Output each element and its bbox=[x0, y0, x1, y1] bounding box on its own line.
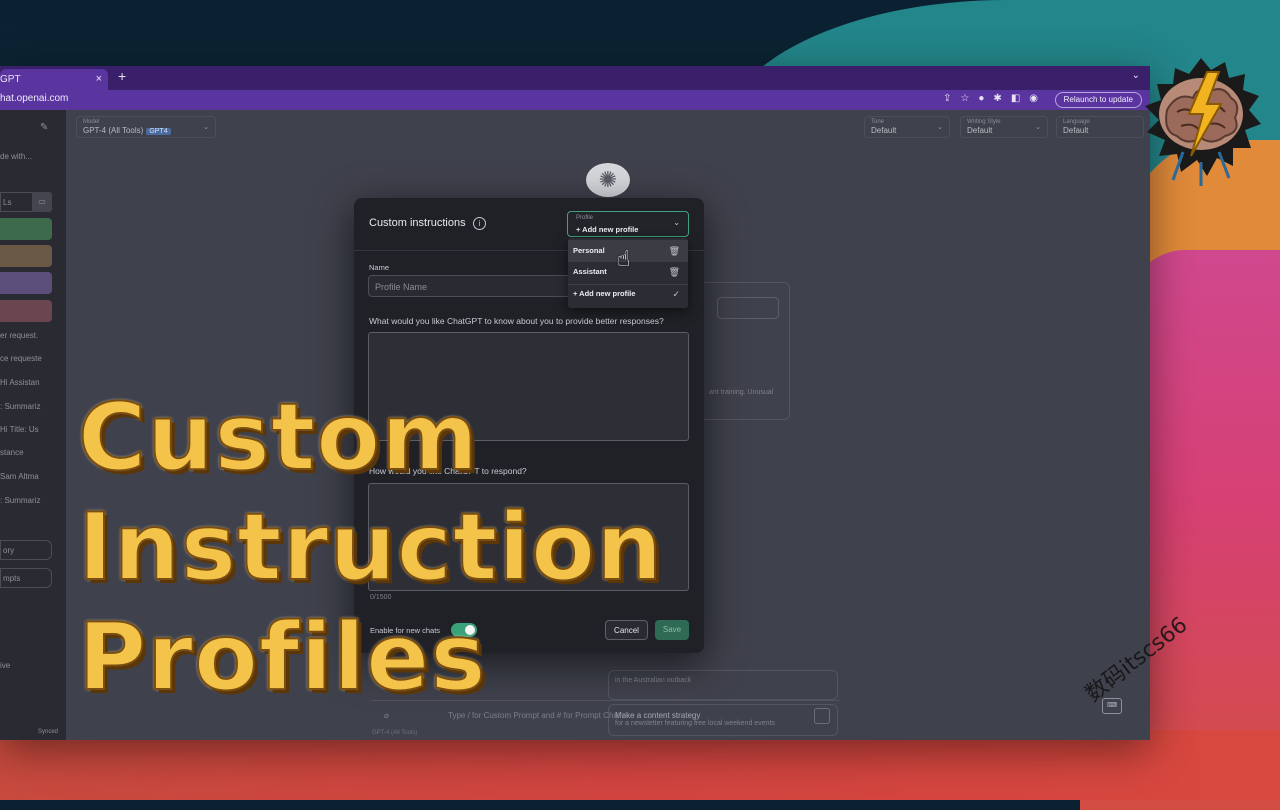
sidebar: ✎ de with... Ls ▭ er request. ce request… bbox=[0, 110, 66, 740]
brain-lightning-logo-icon bbox=[1145, 58, 1261, 186]
background-card: ant training. Unusual bbox=[700, 282, 790, 420]
wallpaper-bottom bbox=[0, 730, 1280, 800]
send-icon[interactable] bbox=[814, 708, 830, 724]
tab-bar: GPT × + ⌄ bbox=[0, 66, 1150, 90]
trash-icon[interactable]: 🗑 bbox=[669, 240, 680, 262]
share-icon[interactable]: ⇪ bbox=[943, 93, 951, 104]
sidebar-item[interactable]: : Summariz bbox=[0, 402, 40, 411]
sidebar-history-button[interactable]: ory bbox=[0, 540, 52, 560]
background-select bbox=[717, 297, 779, 319]
toolbar-icons: ⇪ ☆ ● ✱ ◧ ◉ bbox=[943, 93, 1038, 104]
chevron-down-icon: ⌄ bbox=[1035, 124, 1041, 131]
star-icon[interactable]: ☆ bbox=[960, 93, 969, 104]
hand-cursor-icon: ☝ bbox=[617, 246, 631, 271]
dropdown-item-label: Personal bbox=[573, 246, 605, 255]
sidebar-item[interactable]: : Summariz bbox=[0, 496, 40, 505]
dropdown-item-add-profile[interactable]: + Add new profile ✓ bbox=[568, 283, 688, 305]
sidebar-item[interactable]: er request. bbox=[0, 331, 38, 340]
model-value: GPT-4 (All Tools) GPT4 bbox=[83, 126, 209, 135]
info-icon[interactable]: i bbox=[473, 217, 486, 230]
overlay-title-line: Profiles bbox=[77, 602, 487, 712]
chevron-down-icon: ⌄ bbox=[203, 124, 209, 131]
chevron-down-icon: ⌄ bbox=[937, 124, 943, 131]
writing-style-value: Default bbox=[967, 126, 993, 135]
sync-status: Synced bbox=[38, 729, 59, 735]
overlay-title-line: Custom bbox=[77, 382, 480, 492]
tone-value: Default bbox=[871, 126, 897, 135]
language-label: Language bbox=[1063, 119, 1090, 125]
question-1-label: What would you like ChatGPT to know abou… bbox=[369, 316, 664, 326]
dropdown-item-label: + Add new profile bbox=[573, 289, 636, 298]
language-value: Default bbox=[1063, 126, 1089, 135]
sidebar-prompts-button[interactable]: mpts bbox=[0, 568, 52, 588]
openai-logo-icon: ✺ bbox=[586, 163, 630, 197]
tab-chatgpt[interactable]: GPT × bbox=[0, 69, 108, 90]
sidebar-item[interactable]: Hi Assistan bbox=[0, 378, 40, 387]
sidebar-item[interactable]: Sam Altma bbox=[0, 472, 39, 481]
profile-select[interactable]: Profile + Add new profile ⌄ bbox=[567, 211, 689, 237]
check-icon: ✓ bbox=[672, 289, 680, 299]
model-selector[interactable]: Model GPT-4 (All Tools) GPT4 ⌄ bbox=[76, 116, 216, 138]
tone-label: Tone bbox=[871, 119, 885, 125]
extension-icon[interactable]: ● bbox=[978, 93, 984, 104]
url-field[interactable]: hat.openai.com bbox=[0, 93, 68, 104]
sidebar-item[interactable]: ce requeste bbox=[0, 354, 42, 363]
model-label: Model bbox=[83, 119, 100, 125]
chat-input-placeholder: Type / for Custom Prompt and # for Promp… bbox=[448, 711, 629, 720]
attach-icon[interactable]: ⌀ bbox=[384, 711, 389, 720]
overlay-title: Custom Instruction Profiles bbox=[77, 382, 664, 712]
sidebar-item[interactable]: stance bbox=[0, 448, 24, 457]
sidebar-item[interactable]: de with... bbox=[0, 152, 32, 161]
profile-avatar-icon[interactable]: ◉ bbox=[1029, 93, 1038, 104]
puzzle-icon[interactable]: ✱ bbox=[993, 93, 1001, 104]
sidepanel-icon[interactable]: ◧ bbox=[1011, 93, 1020, 104]
background-card-text: ant training. Unusual bbox=[709, 389, 774, 396]
overlay-title-line: Instruction bbox=[77, 492, 664, 602]
folder-green[interactable] bbox=[0, 218, 52, 240]
writing-style-label: Writing Style bbox=[967, 119, 1001, 125]
folder-icon[interactable]: ▭ bbox=[32, 192, 52, 212]
folder-orange[interactable] bbox=[0, 245, 52, 267]
footer-model: GPT-4 (All Tools) bbox=[372, 730, 418, 736]
gpt4-badge: GPT4 bbox=[146, 128, 171, 135]
address-bar: hat.openai.com ⇪ ☆ ● ✱ ◧ ◉ Relaunch to u… bbox=[0, 90, 1150, 110]
new-chat-icon[interactable]: ✎ bbox=[40, 122, 48, 133]
sidebar-item[interactable]: Hi Title: Us bbox=[0, 425, 39, 434]
chevron-down-icon: ⌄ bbox=[673, 218, 680, 227]
dropdown-item-label: Assistant bbox=[573, 267, 607, 276]
new-tab-icon[interactable]: + bbox=[118, 68, 126, 84]
tab-title: GPT bbox=[0, 74, 21, 85]
relaunch-button[interactable]: Relaunch to update bbox=[1054, 92, 1142, 108]
sidebar-item[interactable]: ive bbox=[0, 661, 10, 670]
profile-value: + Add new profile bbox=[576, 225, 639, 234]
folder-red[interactable] bbox=[0, 300, 52, 322]
tone-selector[interactable]: Tone Default ⌄ bbox=[864, 116, 950, 138]
writing-style-selector[interactable]: Writing Style Default ⌄ bbox=[960, 116, 1048, 138]
modal-title: Custom instructions bbox=[369, 217, 466, 229]
trash-icon[interactable]: 🗑 bbox=[669, 261, 680, 283]
language-selector[interactable]: Language Default bbox=[1056, 116, 1144, 138]
name-label: Name bbox=[369, 263, 390, 272]
tab-close-icon[interactable]: × bbox=[96, 69, 102, 90]
profile-label: Profile bbox=[576, 215, 594, 221]
folder-purple[interactable] bbox=[0, 272, 52, 294]
